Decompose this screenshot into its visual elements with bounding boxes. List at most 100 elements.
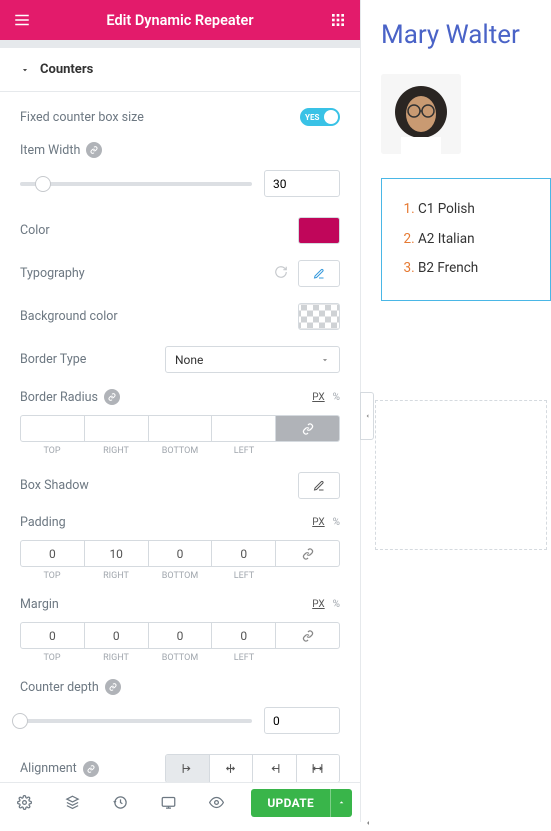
margin-label: Margin	[20, 597, 59, 612]
item-width-input[interactable]	[264, 170, 340, 197]
border-radius-label: Border Radius	[20, 390, 98, 405]
person-name: Mary Walter	[381, 20, 551, 50]
fixed-counter-label: Fixed counter box size	[20, 110, 144, 125]
responsive-icon[interactable]	[144, 783, 192, 823]
link-icon[interactable]	[105, 679, 121, 695]
border-radius-inputs	[20, 415, 340, 442]
padding-label: Padding	[20, 515, 66, 530]
dim-label-bottom: BOTTOM	[148, 653, 212, 663]
padding-right[interactable]: 10	[85, 540, 149, 567]
accent-bar	[0, 40, 360, 48]
align-center-button[interactable]	[210, 755, 254, 782]
unit-px[interactable]: PX	[312, 517, 324, 528]
margin-top[interactable]: 0	[20, 622, 85, 649]
controls-container: Fixed counter box size YES Item Width Co…	[0, 92, 360, 782]
padding-link-toggle[interactable]	[276, 540, 340, 567]
list-item: A2 Italian	[418, 225, 532, 255]
dim-label-right: RIGHT	[84, 571, 148, 581]
horizontal-scrollbar[interactable]	[361, 810, 551, 822]
toggle-yes-text: YES	[302, 113, 322, 122]
alignment-group	[165, 754, 340, 782]
preview-icon[interactable]	[192, 783, 240, 823]
background-color-label: Background color	[20, 309, 118, 324]
margin-left[interactable]: 0	[212, 622, 276, 649]
panel-collapse-handle[interactable]	[360, 392, 374, 440]
margin-right[interactable]: 0	[85, 622, 149, 649]
typography-label: Typography	[20, 266, 85, 281]
border-radius-link-toggle[interactable]	[276, 415, 340, 442]
color-label: Color	[20, 223, 50, 238]
dim-label-right: RIGHT	[84, 653, 148, 663]
unit-px[interactable]: PX	[312, 392, 324, 403]
dim-label-bottom: BOTTOM	[148, 446, 212, 456]
padding-inputs: 0 10 0 0	[20, 540, 340, 567]
reset-icon[interactable]	[274, 265, 288, 283]
apps-grid-icon[interactable]	[326, 8, 350, 32]
dim-label-bottom: BOTTOM	[148, 571, 212, 581]
padding-top[interactable]: 0	[20, 540, 85, 567]
margin-inputs: 0 0 0 0	[20, 622, 340, 649]
counter-depth-slider[interactable]	[20, 719, 252, 723]
counter-depth-input[interactable]	[264, 707, 340, 734]
align-justify-button[interactable]	[297, 755, 340, 782]
update-label: UPDATE	[267, 796, 314, 810]
border-radius-right[interactable]	[85, 415, 149, 442]
background-color-swatch[interactable]	[298, 303, 340, 330]
link-icon[interactable]	[83, 761, 99, 777]
unit-pct[interactable]: %	[333, 517, 340, 528]
panel-footer: UPDATE	[0, 782, 360, 822]
list-item: B2 French	[418, 254, 532, 284]
padding-bottom[interactable]: 0	[149, 540, 213, 567]
border-type-label: Border Type	[20, 352, 86, 367]
slider-thumb[interactable]	[35, 176, 51, 192]
dim-label-top: TOP	[20, 446, 84, 456]
dim-label-left: LEFT	[212, 571, 276, 581]
dim-label-top: TOP	[20, 571, 84, 581]
slider-thumb[interactable]	[12, 713, 28, 729]
item-width-slider[interactable]	[20, 182, 252, 186]
box-shadow-label: Box Shadow	[20, 478, 89, 493]
border-radius-bottom[interactable]	[149, 415, 213, 442]
dim-label-right: RIGHT	[84, 446, 148, 456]
update-dropdown-button[interactable]	[330, 789, 352, 817]
skills-box: C1 Polish A2 Italian B2 French	[381, 178, 551, 301]
settings-icon[interactable]	[0, 783, 48, 823]
link-icon[interactable]	[104, 389, 120, 405]
dim-label-left: LEFT	[212, 653, 276, 663]
margin-bottom[interactable]: 0	[149, 622, 213, 649]
history-icon[interactable]	[96, 783, 144, 823]
toggle-knob	[324, 110, 338, 124]
section-counters-header[interactable]: Counters	[0, 48, 360, 92]
drop-zone[interactable]	[375, 400, 547, 550]
border-type-select[interactable]: None	[165, 346, 340, 373]
counter-depth-label: Counter depth	[20, 680, 99, 695]
typography-edit-button[interactable]	[298, 260, 340, 287]
item-width-label: Item Width	[20, 143, 80, 158]
unit-pct[interactable]: %	[333, 392, 340, 403]
avatar	[381, 74, 461, 154]
color-swatch[interactable]	[298, 217, 340, 244]
section-counters-label: Counters	[40, 62, 93, 77]
panel-title: Edit Dynamic Repeater	[34, 12, 326, 29]
skills-list: C1 Polish A2 Italian B2 French	[400, 195, 532, 284]
unit-px[interactable]: PX	[312, 599, 324, 610]
box-shadow-edit-button[interactable]	[298, 472, 340, 499]
elementor-panel: Edit Dynamic Repeater Counters Fixed cou…	[0, 0, 361, 822]
fixed-counter-toggle[interactable]: YES	[300, 108, 340, 126]
list-item: C1 Polish	[418, 195, 532, 225]
border-radius-left[interactable]	[212, 415, 276, 442]
dim-label-left: LEFT	[212, 446, 276, 456]
unit-pct[interactable]: %	[333, 599, 340, 610]
align-right-button[interactable]	[253, 755, 297, 782]
padding-left[interactable]: 0	[212, 540, 276, 567]
margin-link-toggle[interactable]	[276, 622, 340, 649]
select-value: None	[175, 353, 203, 367]
dim-label-top: TOP	[20, 653, 84, 663]
align-left-button[interactable]	[166, 755, 210, 782]
preview-area: Mary Walter C1 Polish A2 Italian B2 Fren…	[361, 0, 551, 822]
update-button[interactable]: UPDATE	[251, 789, 330, 817]
link-icon[interactable]	[86, 142, 102, 158]
navigator-icon[interactable]	[48, 783, 96, 823]
hamburger-menu-icon[interactable]	[10, 8, 34, 32]
border-radius-top[interactable]	[20, 415, 85, 442]
